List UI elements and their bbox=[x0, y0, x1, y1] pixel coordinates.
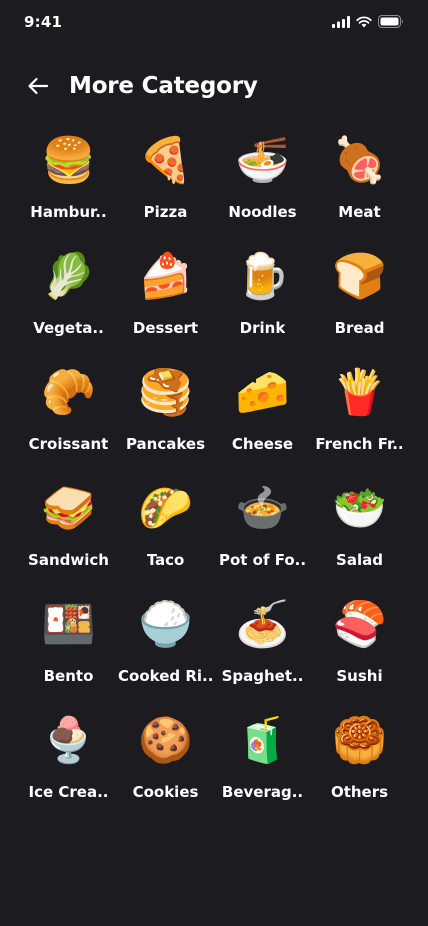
category-label: Bento bbox=[43, 667, 94, 685]
meat-icon: 🍖 bbox=[332, 135, 387, 186]
bento-icon: 🍱 bbox=[41, 599, 96, 650]
category-item[interactable]: 🍔 Hambur.. bbox=[20, 130, 117, 246]
pizza-icon: 🍕 bbox=[138, 135, 193, 186]
category-label: Cookies bbox=[132, 783, 199, 801]
taco-icon: 🌮 bbox=[138, 483, 193, 534]
pot-of-food-icon: 🍲 bbox=[235, 483, 290, 534]
cookies-icon: 🍪 bbox=[138, 715, 193, 766]
category-item[interactable]: 🍞 Bread bbox=[311, 246, 408, 362]
category-item[interactable]: 🧃 Beverag.. bbox=[214, 710, 311, 826]
cooked-rice-icon: 🍚 bbox=[138, 599, 193, 650]
wifi-icon bbox=[356, 15, 372, 27]
category-item[interactable]: 🍚 Cooked Ri.. bbox=[117, 594, 214, 710]
category-label: Beverag.. bbox=[221, 783, 304, 801]
category-label: Pancakes bbox=[125, 435, 206, 453]
category-item[interactable]: 🍲 Pot of Fo.. bbox=[214, 478, 311, 594]
category-label: Croissant bbox=[28, 435, 109, 453]
category-item[interactable]: 🍨 Ice Crea.. bbox=[20, 710, 117, 826]
category-item[interactable]: 🥞 Pancakes bbox=[117, 362, 214, 478]
category-item[interactable]: 🍣 Sushi bbox=[311, 594, 408, 710]
sandwich-icon: 🥪 bbox=[41, 483, 96, 534]
category-label: French Fr.. bbox=[315, 435, 404, 453]
category-label: Salad bbox=[336, 551, 383, 569]
category-item[interactable]: 🍰 Dessert bbox=[117, 246, 214, 362]
category-label: Vegeta.. bbox=[33, 319, 104, 337]
category-label: Ice Crea.. bbox=[28, 783, 109, 801]
back-button[interactable] bbox=[22, 70, 54, 102]
category-item[interactable]: 🥪 Sandwich bbox=[20, 478, 117, 594]
beverage-icon: 🧃 bbox=[235, 715, 290, 766]
croissant-icon: 🥐 bbox=[41, 367, 96, 418]
sushi-icon: 🍣 bbox=[332, 599, 387, 650]
category-label: Taco bbox=[146, 551, 185, 569]
category-item[interactable]: 🍝 Spaghet.. bbox=[214, 594, 311, 710]
page-title: More Category bbox=[69, 73, 258, 99]
category-item[interactable]: 🍪 Cookies bbox=[117, 710, 214, 826]
category-label: Cooked Ri.. bbox=[118, 667, 213, 685]
arrow-left-icon bbox=[28, 77, 49, 95]
category-item[interactable]: 🧀 Cheese bbox=[214, 362, 311, 478]
category-item[interactable]: 🍺 Drink bbox=[214, 246, 311, 362]
category-item[interactable]: 🥗 Salad bbox=[311, 478, 408, 594]
category-item[interactable]: 🍕 Pizza bbox=[117, 130, 214, 246]
category-grid: 🍔 Hambur.. 🍕 Pizza 🍜 Noodles 🍖 Meat 🥬 Vegeta.. 🍰 De… bbox=[20, 130, 408, 826]
bread-icon: 🍞 bbox=[332, 251, 387, 302]
category-label: Meat bbox=[338, 203, 381, 221]
drink-icon: 🍺 bbox=[235, 251, 290, 302]
category-label: Hambur.. bbox=[30, 203, 107, 221]
header: More Category bbox=[0, 66, 428, 106]
dessert-icon: 🍰 bbox=[138, 251, 193, 302]
status-bar: 9:41 bbox=[0, 0, 428, 44]
french-fries-icon: 🍟 bbox=[332, 367, 387, 418]
category-label: Pot of Fo.. bbox=[218, 551, 307, 569]
category-label: Others bbox=[330, 783, 389, 801]
vegetable-icon: 🥬 bbox=[41, 251, 96, 302]
category-label: Spaghet.. bbox=[221, 667, 304, 685]
hamburger-icon: 🍔 bbox=[41, 135, 96, 186]
category-item[interactable]: 🍖 Meat bbox=[311, 130, 408, 246]
category-item[interactable]: 🍜 Noodles bbox=[214, 130, 311, 246]
category-label: Drink bbox=[239, 319, 286, 337]
status-time: 9:41 bbox=[24, 13, 63, 31]
ice-cream-icon: 🍨 bbox=[41, 715, 96, 766]
category-label: Sushi bbox=[336, 667, 383, 685]
category-item[interactable]: 🍟 French Fr.. bbox=[311, 362, 408, 478]
category-label: Sandwich bbox=[28, 551, 109, 569]
category-item[interactable]: 🥐 Croissant bbox=[20, 362, 117, 478]
cellular-signal-icon bbox=[332, 15, 350, 28]
status-icons bbox=[332, 15, 404, 28]
category-label: Bread bbox=[334, 319, 385, 337]
battery-icon bbox=[378, 15, 403, 28]
noodles-icon: 🍜 bbox=[235, 135, 290, 186]
others-icon: 🥮 bbox=[332, 715, 387, 766]
category-item[interactable]: 🌮 Taco bbox=[117, 478, 214, 594]
category-label: Dessert bbox=[132, 319, 199, 337]
pancakes-icon: 🥞 bbox=[138, 367, 193, 418]
category-label: Pizza bbox=[143, 203, 188, 221]
category-item[interactable]: 🥬 Vegeta.. bbox=[20, 246, 117, 362]
category-item[interactable]: 🍱 Bento bbox=[20, 594, 117, 710]
cheese-icon: 🧀 bbox=[235, 367, 290, 418]
category-label: Cheese bbox=[231, 435, 294, 453]
category-item[interactable]: 🥮 Others bbox=[311, 710, 408, 826]
spaghetti-icon: 🍝 bbox=[235, 599, 290, 650]
salad-icon: 🥗 bbox=[332, 483, 387, 534]
category-label: Noodles bbox=[228, 203, 297, 221]
